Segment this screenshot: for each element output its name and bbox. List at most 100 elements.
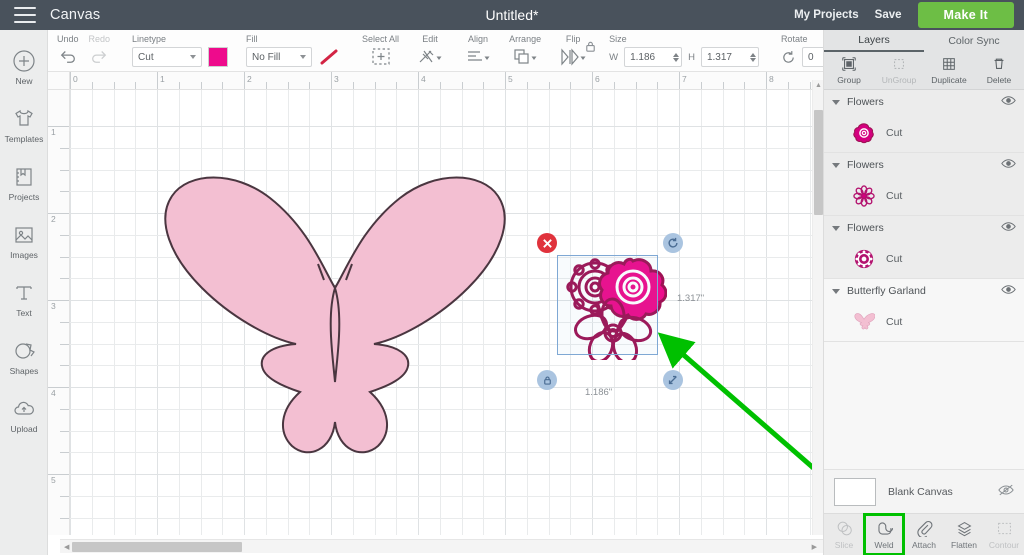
sidebar-item-upload[interactable]: Upload <box>0 386 48 444</box>
chevron-down-icon <box>190 55 197 59</box>
delete-handle[interactable] <box>537 233 557 253</box>
tab-layers[interactable]: Layers <box>824 30 924 52</box>
fill-select[interactable]: No Fill <box>246 47 313 67</box>
weld-button[interactable]: Weld <box>863 513 905 555</box>
ruler-tick-label: 1 <box>160 74 165 84</box>
select-all-label: Select All <box>362 34 400 44</box>
tab-color-sync[interactable]: Color Sync <box>924 30 1024 52</box>
blank-canvas-swatch[interactable] <box>834 477 876 506</box>
layer-actions-bar: Group UnGroup Duplicate Delete <box>824 52 1024 90</box>
chevron-down-icon[interactable] <box>832 99 840 105</box>
layer-header[interactable]: Flowers <box>824 90 1024 114</box>
layer-group[interactable]: Flowers Cut <box>824 90 1024 153</box>
horizontal-ruler: 0 1 2 3 4 5 6 7 8 <box>70 72 823 90</box>
align-button[interactable] <box>465 47 491 67</box>
sidebar-item-projects[interactable]: Projects <box>0 154 48 212</box>
arrange-label: Arrange <box>509 34 542 44</box>
linetype-color-swatch[interactable] <box>208 47 229 67</box>
selection-bounding-box[interactable] <box>557 255 658 355</box>
undo-button[interactable] <box>58 47 78 65</box>
hamburger-menu-icon[interactable] <box>14 7 36 23</box>
sidebar-item-label: New <box>15 76 33 86</box>
ruler-tick-label: 3 <box>334 74 339 84</box>
chevron-down-icon[interactable] <box>832 288 840 294</box>
group-button[interactable]: Group <box>824 52 874 89</box>
tshirt-icon <box>11 106 37 132</box>
layer-group[interactable]: Butterfly Garland Cut <box>824 279 1024 342</box>
width-stepper[interactable] <box>673 52 680 62</box>
duplicate-button[interactable]: Duplicate <box>924 52 974 89</box>
rotate-icon <box>781 50 796 65</box>
height-input[interactable]: 1.317 <box>700 47 759 67</box>
sidebar-item-label: Projects <box>8 192 40 202</box>
layer-header[interactable]: Flowers <box>824 216 1024 240</box>
scroll-left-icon[interactable]: ◀ <box>64 543 69 551</box>
fill-value: No Fill <box>252 51 281 63</box>
fill-stroke-icon[interactable] <box>318 47 340 67</box>
ruler-tick-label: 6 <box>595 74 600 84</box>
weld-icon <box>876 520 893 539</box>
scrollbar-thumb[interactable] <box>72 541 242 552</box>
layer-header[interactable]: Butterfly Garland <box>824 279 1024 303</box>
upload-cloud-icon <box>11 396 37 422</box>
height-stepper[interactable] <box>749 52 756 62</box>
scroll-right-icon[interactable]: ▶ <box>812 543 817 551</box>
layers-list[interactable]: Flowers Cut Flowers Cut Flowers Cut Butt… <box>824 90 1024 469</box>
layer-group[interactable]: Flowers Cut <box>824 153 1024 216</box>
width-input[interactable]: 1.186 <box>624 47 683 67</box>
canvas-horizontal-scrollbar[interactable]: ◀ ▶ <box>60 539 823 553</box>
eye-icon[interactable] <box>1001 219 1016 237</box>
size-lock-icon[interactable] <box>584 40 597 58</box>
edit-button[interactable] <box>417 47 443 67</box>
my-projects-link[interactable]: My Projects <box>794 9 859 21</box>
ruler-tick-label: 8 <box>769 74 774 84</box>
make-it-button[interactable]: Make It <box>917 2 1014 28</box>
linetype-select[interactable]: Cut <box>132 47 203 67</box>
chevron-down-icon[interactable] <box>832 162 840 168</box>
arrange-button[interactable] <box>512 47 538 67</box>
eye-icon[interactable] <box>1001 93 1016 111</box>
delete-label: Delete <box>986 75 1012 85</box>
resize-handle[interactable] <box>663 370 683 390</box>
chevron-down-icon[interactable] <box>832 225 840 231</box>
right-panel: Layers Color Sync Group UnGroup Duplicat… <box>823 30 1024 555</box>
delete-button[interactable]: Delete <box>974 52 1024 89</box>
weld-label: Weld <box>874 539 894 550</box>
canvas-vertical-scrollbar[interactable]: ▲ <box>812 80 823 535</box>
fill-group: Fill No Fill <box>237 30 349 72</box>
lock-handle[interactable] <box>537 370 557 390</box>
scrollbar-thumb[interactable] <box>814 110 823 215</box>
design-canvas[interactable]: 1.317" 1.186" − 150% + <box>70 90 812 535</box>
flatten-button[interactable]: Flatten <box>944 514 984 555</box>
sidebar-item-shapes[interactable]: Shapes <box>0 328 48 386</box>
sidebar-item-text[interactable]: Text <box>0 270 48 328</box>
butterfly-shape[interactable] <box>110 170 560 460</box>
ungroup-button: UnGroup <box>874 52 924 89</box>
layer-child-row[interactable]: Cut <box>824 303 1024 341</box>
rotate-handle[interactable] <box>663 233 683 253</box>
eye-icon[interactable] <box>1001 282 1016 300</box>
scroll-up-icon[interactable]: ▲ <box>815 82 822 89</box>
save-button[interactable]: Save <box>875 9 902 21</box>
select-all-button[interactable] <box>370 47 392 67</box>
layer-child-row[interactable]: Cut <box>824 177 1024 215</box>
layer-child-row[interactable]: Cut <box>824 240 1024 278</box>
eye-off-icon[interactable] <box>998 483 1014 501</box>
layer-child-row[interactable]: Cut <box>824 114 1024 152</box>
sidebar-item-images[interactable]: Images <box>0 212 48 270</box>
linetype-label: Linetype <box>132 34 167 44</box>
slice-label: Slice <box>834 539 854 550</box>
sidebar-item-templates[interactable]: Templates <box>0 96 48 154</box>
eye-icon[interactable] <box>1001 156 1016 174</box>
layer-header[interactable]: Flowers <box>824 153 1024 177</box>
layer-group[interactable]: Flowers Cut <box>824 216 1024 279</box>
contour-button: Contour <box>984 514 1024 555</box>
sidebar-item-new[interactable]: New <box>0 38 48 96</box>
select-all-group: Select All <box>353 30 408 72</box>
layer-name: Flowers <box>847 96 884 108</box>
linetype-value: Cut <box>138 51 154 63</box>
attach-button[interactable]: Attach <box>904 514 944 555</box>
blank-canvas-row[interactable]: Blank Canvas <box>824 469 1024 513</box>
flip-button[interactable] <box>559 47 587 67</box>
edit-toolbar: Undo Redo Linetype Cut Fill No Fill Sele… <box>48 30 926 72</box>
